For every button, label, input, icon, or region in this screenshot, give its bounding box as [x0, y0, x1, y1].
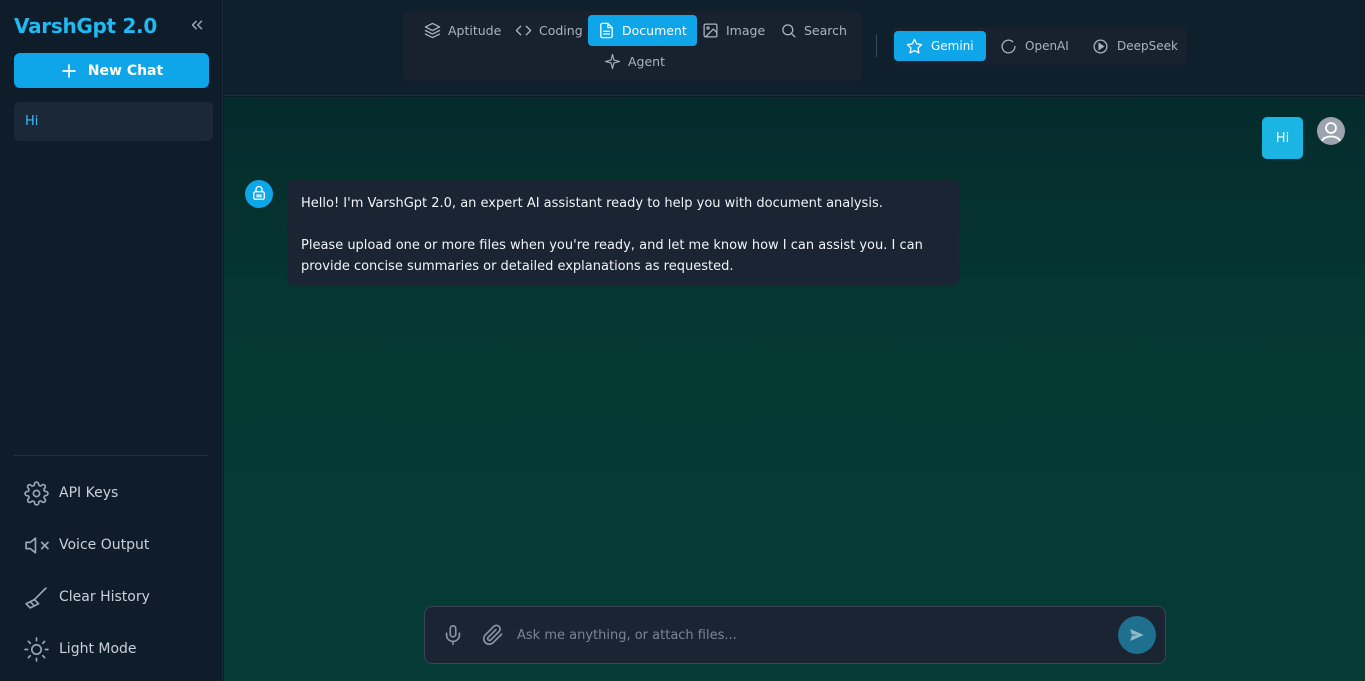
new-chat-label: New Chat [87, 62, 164, 79]
chat-history-item[interactable]: Hi [14, 102, 213, 141]
mode-coding-label: Coding [539, 23, 583, 38]
light-mode-button[interactable]: Light Mode [24, 634, 204, 664]
image-icon [703, 23, 718, 38]
light-mode-label: Light Mode [59, 641, 137, 657]
plus-icon [61, 63, 76, 78]
mode-agent-label: Agent [628, 54, 665, 69]
mode-selector: Aptitude Coding Document Image Search Ag… [403, 11, 862, 81]
mode-coding[interactable]: Coding [505, 15, 593, 46]
clear-history-label: Clear History [59, 589, 150, 605]
api-keys-label: API Keys [59, 485, 119, 501]
message-input[interactable] [517, 621, 1107, 649]
assistant-message-paragraph: Hello! I'm VarshGpt 2.0, an expert AI as… [301, 196, 883, 211]
user-icon [1321, 122, 1341, 142]
speaker-muted-icon [25, 536, 49, 554]
mode-search[interactable]: Search [770, 15, 857, 46]
attach-file-button[interactable] [482, 624, 504, 646]
api-keys-button[interactable]: API Keys [24, 478, 204, 508]
voice-input-button[interactable] [442, 624, 464, 646]
clear-history-button[interactable]: Clear History [24, 582, 204, 612]
mode-image[interactable]: Image [692, 15, 775, 46]
user-message-text: Hi [1275, 130, 1290, 146]
model-deepseek[interactable]: DeepSeek [1080, 31, 1190, 61]
model-gemini[interactable]: Gemini [894, 31, 986, 61]
broom-icon [25, 586, 47, 609]
sparkle-icon [604, 53, 621, 70]
mode-document[interactable]: Document [588, 15, 697, 46]
deepseek-icon [1093, 38, 1108, 54]
mode-image-label: Image [726, 23, 766, 38]
model-gemini-label: Gemini [931, 39, 974, 53]
model-openai-label: OpenAI [1025, 39, 1069, 53]
mode-search-label: Search [804, 23, 847, 38]
refresh-icon [1001, 39, 1016, 54]
voice-output-label: Voice Output [59, 537, 150, 553]
layers-icon [424, 22, 441, 39]
voice-output-button[interactable]: Voice Output [24, 530, 204, 560]
bot-avatar [245, 180, 273, 208]
gear-icon [24, 480, 49, 506]
assistant-message-bubble: Hello! I'm VarshGpt 2.0, an expert AI as… [287, 180, 959, 285]
user-avatar [1317, 117, 1345, 145]
robot-icon [253, 185, 265, 200]
chat-history-title: Hi [25, 114, 39, 129]
send-icon [1130, 629, 1144, 641]
microphone-icon [445, 625, 461, 645]
star-icon [906, 38, 923, 54]
code-icon [515, 25, 532, 36]
sidebar: VarshGpt 2.0 New Chat Hi API Keys Voice … [0, 0, 223, 681]
paperclip-icon [482, 624, 503, 646]
collapse-sidebar-button[interactable] [188, 16, 206, 34]
model-selector: Gemini OpenAI DeepSeek [892, 27, 1187, 65]
send-button[interactable] [1118, 616, 1156, 654]
assistant-message-paragraph: Please upload one or more files when you… [301, 238, 923, 274]
model-deepseek-label: DeepSeek [1117, 39, 1178, 53]
document-icon [600, 22, 613, 39]
new-chat-button[interactable]: New Chat [14, 53, 209, 88]
mode-aptitude-label: Aptitude [448, 23, 502, 38]
sidebar-divider [14, 455, 209, 456]
mode-aptitude[interactable]: Aptitude [414, 15, 511, 46]
message-composer [424, 606, 1166, 664]
mode-agent[interactable]: Agent [594, 46, 675, 77]
topbar-separator [876, 35, 877, 57]
app-brand: VarshGpt 2.0 [14, 14, 157, 38]
search-icon [782, 24, 796, 38]
model-openai[interactable]: OpenAI [988, 31, 1081, 61]
chevrons-left-icon [191, 20, 203, 30]
sun-icon [24, 636, 49, 662]
mode-document-label: Document [622, 23, 687, 38]
user-message-bubble: Hi [1262, 117, 1303, 159]
